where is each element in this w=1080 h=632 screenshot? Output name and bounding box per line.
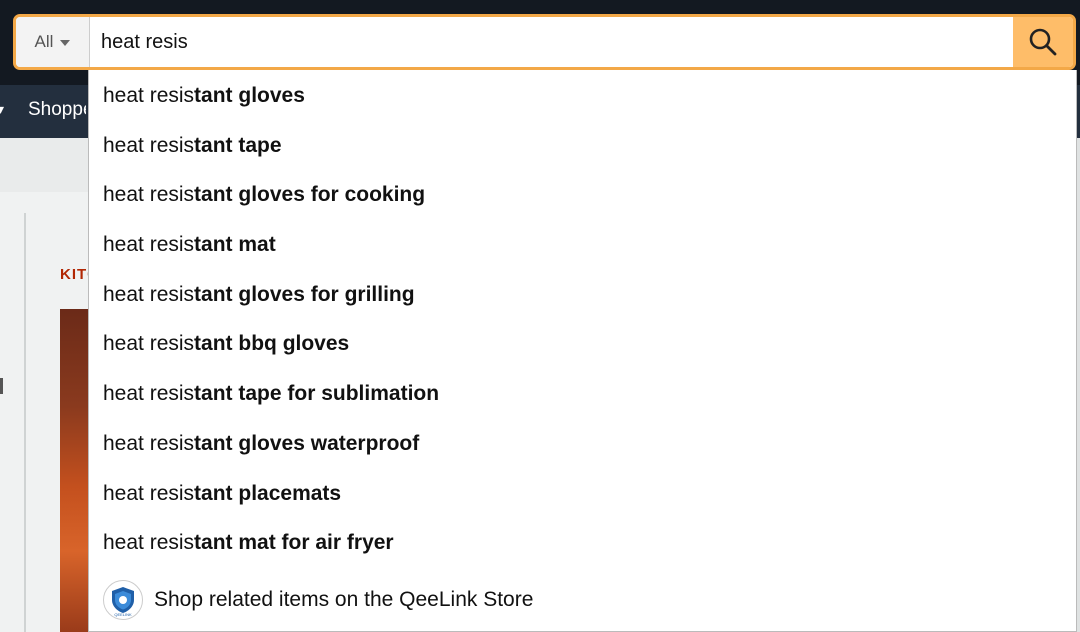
section-label: KITCHEN bbox=[60, 266, 88, 283]
subnav-link[interactable]: Shopper bbox=[28, 99, 86, 121]
suggestion-item[interactable]: heat resistant gloves for cooking bbox=[103, 175, 425, 215]
category-label: All bbox=[34, 32, 54, 51]
suggestion-item[interactable]: heat resistant gloves waterproof bbox=[103, 424, 419, 464]
chevron-down-icon bbox=[60, 39, 71, 46]
store-suggestion-link[interactable]: QEELINK Shop related items on the QeeLin… bbox=[103, 578, 533, 622]
subnav-chevron-icon[interactable]: ▾ bbox=[0, 101, 4, 118]
search-icon bbox=[1029, 28, 1057, 56]
search-bar: All bbox=[13, 14, 1076, 70]
suggestion-item[interactable]: heat resistant tape bbox=[103, 126, 282, 166]
suggestion-item[interactable]: heat resistant tape for sublimation bbox=[103, 374, 439, 414]
search-input[interactable] bbox=[90, 17, 1013, 67]
category-dropdown[interactable]: All bbox=[16, 17, 90, 67]
search-suggestions-dropdown: heat resistant gloves heat resistant tap… bbox=[88, 70, 1077, 632]
left-rail-divider bbox=[24, 213, 26, 632]
product-image[interactable] bbox=[60, 309, 88, 632]
suggestion-item[interactable]: heat resistant mat for air fryer bbox=[103, 523, 394, 563]
suggestion-item[interactable]: heat resistant bbq gloves bbox=[103, 324, 349, 364]
search-button[interactable] bbox=[1013, 17, 1073, 67]
store-link-text: Shop related items on the QeeLink Store bbox=[154, 588, 534, 611]
svg-text:QEELINK: QEELINK bbox=[114, 612, 132, 617]
suggestion-item[interactable]: heat resistant mat bbox=[103, 225, 276, 265]
left-rail-marker bbox=[0, 378, 3, 394]
suggestion-item[interactable]: heat resistant gloves bbox=[103, 76, 305, 116]
qeelink-logo-icon: QEELINK bbox=[103, 580, 143, 620]
suggestion-item[interactable]: heat resistant gloves for grilling bbox=[103, 275, 415, 315]
suggestion-item[interactable]: heat resistant placemats bbox=[103, 474, 341, 514]
